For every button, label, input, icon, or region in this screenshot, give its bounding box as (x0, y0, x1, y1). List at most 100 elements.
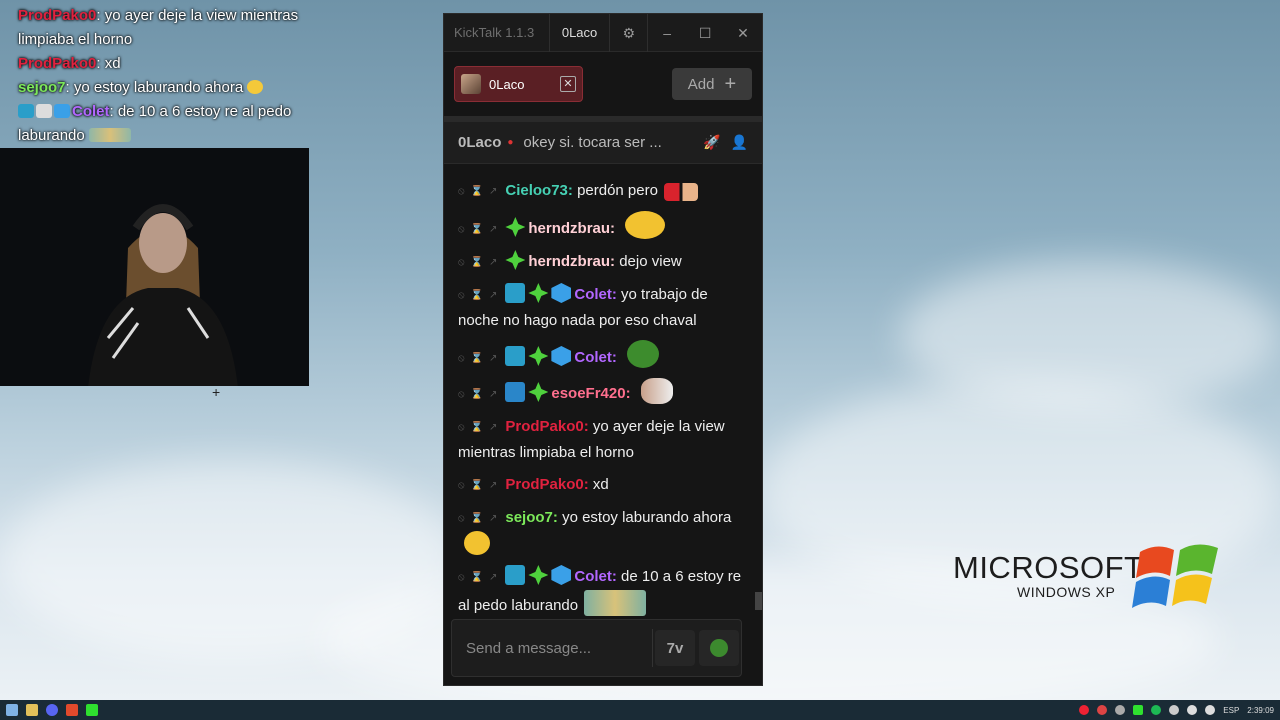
live-dot-icon: ● (507, 137, 514, 148)
mod-actions-icon[interactable]: ⦸⌛↗ (458, 506, 503, 531)
chat-message[interactable]: ⦸⌛↗ esoeFr420: (458, 378, 748, 407)
mod-badge-icon (505, 382, 526, 402)
chat-username[interactable]: ProdPako0 (505, 418, 583, 435)
pinned-message-bar[interactable]: 0Laco ● okey si. tocara ser ... 🚀 👤 (444, 122, 762, 164)
og-badge-icon (505, 346, 526, 366)
channel-tab-0laco[interactable]: 0Laco ✕ (454, 66, 583, 102)
tray-app-icon[interactable] (1079, 705, 1090, 715)
chat-username[interactable]: Cieloo73 (505, 182, 568, 199)
overlay-username: sejoo7 (18, 79, 66, 96)
add-label: Add (687, 75, 715, 93)
mod-actions-icon[interactable]: ⦸⌛↗ (458, 565, 503, 590)
mod-actions-icon[interactable]: ⦸⌛↗ (458, 346, 503, 371)
stream-chat-overlay: ProdPako0: yo ayer deje la view mientras… (18, 4, 308, 148)
overlay-chat-line: ProdPako0: yo ayer deje la view mientras… (18, 7, 299, 48)
account-tab[interactable]: 0Laco (548, 13, 611, 52)
tray-app-icon[interactable] (1169, 705, 1180, 715)
chat-message[interactable]: ⦸⌛↗ ProdPako0: yo ayer deje la view mient… (458, 414, 748, 465)
tray-app-icon[interactable] (1097, 705, 1108, 715)
divider (652, 629, 653, 667)
og-badge-icon (505, 565, 526, 585)
overlay-username: Colet (72, 103, 110, 120)
overlay-username: ProdPako0 (18, 55, 97, 72)
maximize-button[interactable]: ☐ (686, 14, 724, 52)
hardhat-emote-icon (247, 80, 264, 94)
system-tray: ESP 2:39:09 (1079, 705, 1274, 715)
chat-message[interactable]: ⦸⌛↗ sejoo7: yo estoy laburando ahora (458, 505, 748, 557)
mod-actions-icon[interactable]: ⦸⌛↗ (458, 217, 503, 242)
logo-sub-text: WINDOWS XP (1017, 584, 1116, 600)
chat-username[interactable]: Colet (574, 568, 612, 585)
chat-username[interactable]: sejoo7 (505, 509, 553, 526)
brave-browser-icon[interactable] (66, 704, 78, 716)
tray-app-icon[interactable] (1151, 705, 1162, 715)
message-input-bar: Send a message... 7v (451, 619, 742, 677)
close-button[interactable]: ✕ (724, 14, 762, 52)
chat-message[interactable]: ⦸⌛↗ Cieloo73: perdón pero (458, 178, 748, 204)
chat-username[interactable]: ProdPako0 (505, 476, 583, 493)
sub-badge-icon (528, 283, 549, 303)
kick-app-icon[interactable] (86, 704, 98, 716)
sub-badge-icon (505, 250, 526, 270)
discord-icon[interactable] (46, 704, 58, 716)
chat-username[interactable]: herndzbrau (528, 253, 610, 270)
kick-emote-button-icon[interactable] (699, 630, 739, 666)
mod-actions-icon[interactable]: ⦸⌛↗ (458, 382, 503, 407)
chat-messages: ⦸⌛↗ Cieloo73: perdón pero ⦸⌛↗ herndzbrau: ⦸… (444, 176, 762, 616)
hardhat-emote-icon (464, 531, 490, 555)
chat-message[interactable]: ⦸⌛↗ herndzbrau: (458, 211, 748, 242)
plus-icon: + (724, 72, 737, 95)
pinned-message-text: okey si. tocara ser ... (523, 134, 662, 151)
minimize-button[interactable]: – (648, 14, 686, 52)
mod-actions-icon[interactable]: ⦸⌛↗ (458, 250, 503, 275)
overlay-message-text: xd (104, 55, 121, 72)
cube-badge-icon (551, 283, 572, 303)
chat-username[interactable]: Colet (574, 349, 612, 366)
badge-icon (54, 104, 70, 118)
message-input[interactable]: Send a message... (452, 640, 652, 657)
logo-main-text: MICROSOFT (953, 550, 1144, 585)
wide-emote-icon (88, 128, 131, 142)
tray-app-icon[interactable] (1115, 705, 1126, 715)
pointing-emote-icon (640, 378, 673, 404)
overlay-username: ProdPako0 (18, 7, 97, 24)
language-indicator[interactable]: ESP (1223, 706, 1239, 715)
windows-xp-logo: MICROSOFT WINDOWS XP (953, 550, 1144, 600)
mod-actions-icon[interactable]: ⦸⌛↗ (458, 415, 503, 440)
windows-flag-icon (1132, 544, 1218, 608)
taskbar: ESP 2:39:09 (0, 700, 1280, 720)
mod-actions-icon[interactable]: ⦸⌛↗ (458, 473, 503, 498)
clock[interactable]: 2:39:09 (1247, 706, 1274, 715)
streamer-image (88, 204, 238, 386)
scrollbar[interactable] (755, 592, 762, 610)
channel-avatar (461, 74, 481, 94)
chat-message[interactable]: ⦸⌛↗ ProdPako0: xd (458, 472, 748, 498)
kicktalk-window: KickTalk 1.1.3 0Laco ⚙ – ☐ ✕ 0Laco ✕ Add… (443, 13, 763, 686)
chat-username[interactable]: Colet (574, 286, 612, 303)
app-title: KickTalk 1.1.3 (454, 25, 535, 40)
tray-app-icon[interactable] (1133, 705, 1144, 715)
seventv-emote-button-icon[interactable]: 7v (655, 630, 695, 666)
cursor-crosshair-icon: + (212, 384, 221, 400)
chat-message[interactable]: ⦸⌛↗ Colet: de 10 a 6 estoy re al pedo lab… (458, 564, 748, 618)
heart-bandage-emote-icon (663, 183, 698, 201)
wave-emote-icon (625, 211, 666, 239)
cube-badge-icon (551, 346, 572, 366)
chat-username[interactable]: esoeFr420 (551, 385, 625, 402)
rocket-icon[interactable]: 🚀 (703, 134, 720, 151)
speaker-icon[interactable] (1205, 705, 1216, 715)
user-icon[interactable]: 👤 (731, 134, 748, 151)
settings-gear-icon[interactable]: ⚙ (610, 13, 649, 52)
chat-message[interactable]: ⦸⌛↗ Colet: (458, 340, 748, 371)
pepe-emote-icon (627, 340, 660, 368)
chat-username[interactable]: herndzbrau (528, 220, 610, 237)
mod-actions-icon[interactable]: ⦸⌛↗ (458, 179, 503, 204)
microphone-icon[interactable] (1187, 705, 1198, 715)
mod-actions-icon[interactable]: ⦸⌛↗ (458, 283, 503, 308)
chat-message[interactable]: ⦸⌛↗ Colet: yo trabajo de noche no hago na… (458, 282, 748, 333)
close-tab-icon[interactable]: ✕ (560, 76, 576, 92)
add-channel-button[interactable]: Add + (672, 68, 752, 100)
chat-message[interactable]: ⦸⌛↗ herndzbrau: dejo view (458, 249, 748, 275)
start-windows-icon[interactable] (6, 704, 18, 716)
file-explorer-icon[interactable] (26, 704, 38, 716)
